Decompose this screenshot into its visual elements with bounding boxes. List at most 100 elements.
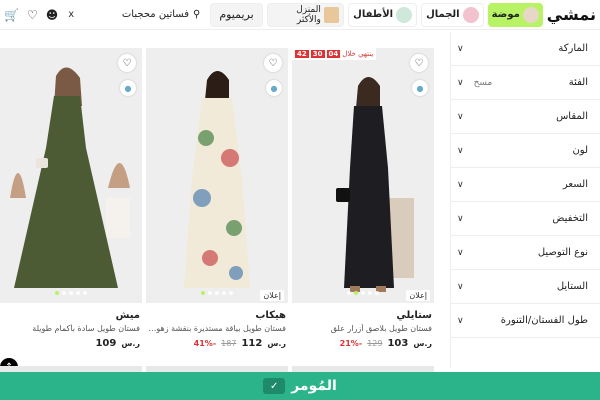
clear-filter-link[interactable]: مسح [474,78,493,88]
rating-badge-icon: ● [120,80,136,96]
product-old-price: 187 [221,339,237,348]
top-header: نمشي موضة الجمال الأطفال المنزل والأكثر … [0,0,600,30]
filter-label: طول الفستان/التنورة [500,315,588,326]
category-home-pill[interactable]: المنزل والأكثر [266,2,345,27]
price-row: ر.س 103 129 -21% [294,338,432,349]
chevron-down-icon: ∨ [457,315,464,326]
rating-badge-icon: ● [412,80,428,96]
home-thumb-icon [323,6,340,23]
chevron-down-icon: ∨ [457,179,464,190]
ad-label: إعلان [260,290,284,301]
filter-dress-length[interactable]: طول الفستان/التنورة ∨ [451,304,600,338]
product-discount: -41% [193,339,217,348]
footer-banner: المُومر ✓ [0,372,600,400]
beauty-thumb-icon [462,6,479,23]
category-label: المنزل والأكثر [296,4,321,25]
category-label: الأطفال [353,9,394,20]
chevron-down-icon: ∨ [457,77,464,88]
category-label: موضة [491,9,520,20]
filter-label: الماركة [558,43,588,54]
currency-icon: ر.س [121,339,140,348]
product-description: فستان طويل بلاصق أزرار علق [330,324,432,333]
filter-label: السعر [562,179,588,190]
product-description: فستان طويل بياقة مستديرة بنقشة زهور ومقا… [148,324,286,333]
product-info: ميش فستان طويل سادة بأكمام طويلة ر.س 109 [0,310,142,349]
filter-color[interactable]: لون ∨ [451,134,600,168]
search-icon: ⚲ [192,9,201,20]
product-card[interactable]: ينتهي خلال 04 30 42 ♡ ● إعلان ستايلي فست… [292,48,434,358]
filter-label: لون [572,145,588,156]
product-discount: -21% [339,339,363,348]
chevron-down-icon: ∨ [457,213,464,224]
filter-label: الفئة [568,77,588,88]
product-info: هيكاب فستان طويل بياقة مستديرة بنقشة زهو… [146,310,288,349]
image-carousel-dots[interactable] [55,291,87,295]
filter-label: المقاس [556,111,588,122]
timer-m: 30 [310,50,325,58]
price-row: ر.س 109 [2,338,140,349]
filter-delivery-type[interactable]: نوع التوصيل ∨ [451,236,600,270]
timer-label: ينتهي خلال [342,50,374,58]
search-input[interactable]: ⚲ فساتين محجبات x [62,4,206,26]
timer-s: 42 [295,50,309,58]
search-value: فساتين محجبات [121,9,189,20]
currency-icon: ر.س [413,339,432,348]
filter-category[interactable]: الفئة مسح ∨ [451,66,600,100]
filter-discount[interactable]: التخفيض ∨ [451,202,600,236]
wishlist-heart-icon[interactable]: ♡ [264,54,282,72]
filter-label: التخفيض [552,213,588,224]
filter-sidebar: الماركة ∨ الفئة مسح ∨ المقاس ∨ لون ∨ الس… [450,32,600,368]
fashion-thumb-icon [522,6,539,23]
product-price: 112 [241,338,263,349]
product-card[interactable]: ♡ ● ميش فستان طويل سادة بأكمام طويلة ر.س… [0,48,142,358]
header-icons: 🛒 ♡ ☻ [4,8,58,22]
chevron-down-icon: ∨ [457,281,464,292]
filter-style[interactable]: الستايل ∨ [451,270,600,304]
cart-icon[interactable]: 🛒 [4,8,19,22]
image-carousel-dots[interactable] [201,291,233,295]
premium-pill[interactable]: بريميوم [210,2,263,27]
chevron-down-icon: ∨ [457,111,464,122]
kids-thumb-icon [396,6,413,23]
product-image[interactable]: ينتهي خلال 04 30 42 ♡ ● إعلان [292,48,434,303]
ad-label: إعلان [406,290,430,301]
page: نمشي موضة الجمال الأطفال المنزل والأكثر … [0,0,600,400]
wishlist-heart-icon[interactable]: ♡ [27,8,38,22]
price-row: ر.س 112 187 -41% [148,338,286,349]
category-fashion-pill[interactable]: موضة [487,2,543,27]
banner-text: المُومر [291,378,337,394]
product-card[interactable]: ♡ ● إعلان هيكاب فستان طويل بياقة مستديرة… [146,48,288,358]
wishlist-heart-icon[interactable]: ♡ [118,54,136,72]
clear-search-icon[interactable]: x [68,9,74,20]
product-image[interactable]: ♡ ● إعلان [146,48,288,303]
filter-label: الستايل [556,281,588,292]
filter-size[interactable]: المقاس ∨ [451,100,600,134]
product-brand: هيكاب [255,310,286,321]
product-description: فستان طويل سادة بأكمام طويلة [32,324,140,333]
product-price: 103 [387,338,409,349]
category-kids-pill[interactable]: الأطفال [348,2,418,27]
filter-label: نوع التوصيل [537,247,588,258]
brand-mark-icon: ✓ [263,378,286,394]
product-image[interactable]: ♡ ● [0,48,142,303]
chevron-down-icon: ∨ [457,247,464,258]
product-brand: ميش [115,310,140,321]
rating-badge-icon: ● [266,80,282,96]
image-carousel-dots[interactable] [347,291,379,295]
product-old-price: 129 [367,339,383,348]
filter-brand[interactable]: الماركة ∨ [451,32,600,66]
timer-h: 04 [326,50,341,58]
filter-price[interactable]: السعر ∨ [451,168,600,202]
product-grid: ينتهي خلال 04 30 42 ♡ ● إعلان ستايلي فست… [0,48,440,376]
currency-icon: ر.س [267,339,286,348]
user-account-icon[interactable]: ☻ [46,8,59,22]
site-logo[interactable]: نمشي [547,5,597,24]
countdown-timer: ينتهي خلال 04 30 42 [292,48,377,60]
product-info: ستايلي فستان طويل بلاصق أزرار علق ر.س 10… [292,310,434,349]
premium-label: بريميوم [219,8,254,21]
chevron-down-icon: ∨ [457,145,464,156]
product-brand: ستايلي [396,310,432,321]
wishlist-heart-icon[interactable]: ♡ [410,54,428,72]
category-beauty-pill[interactable]: الجمال [421,2,484,27]
category-label: الجمال [426,9,460,20]
